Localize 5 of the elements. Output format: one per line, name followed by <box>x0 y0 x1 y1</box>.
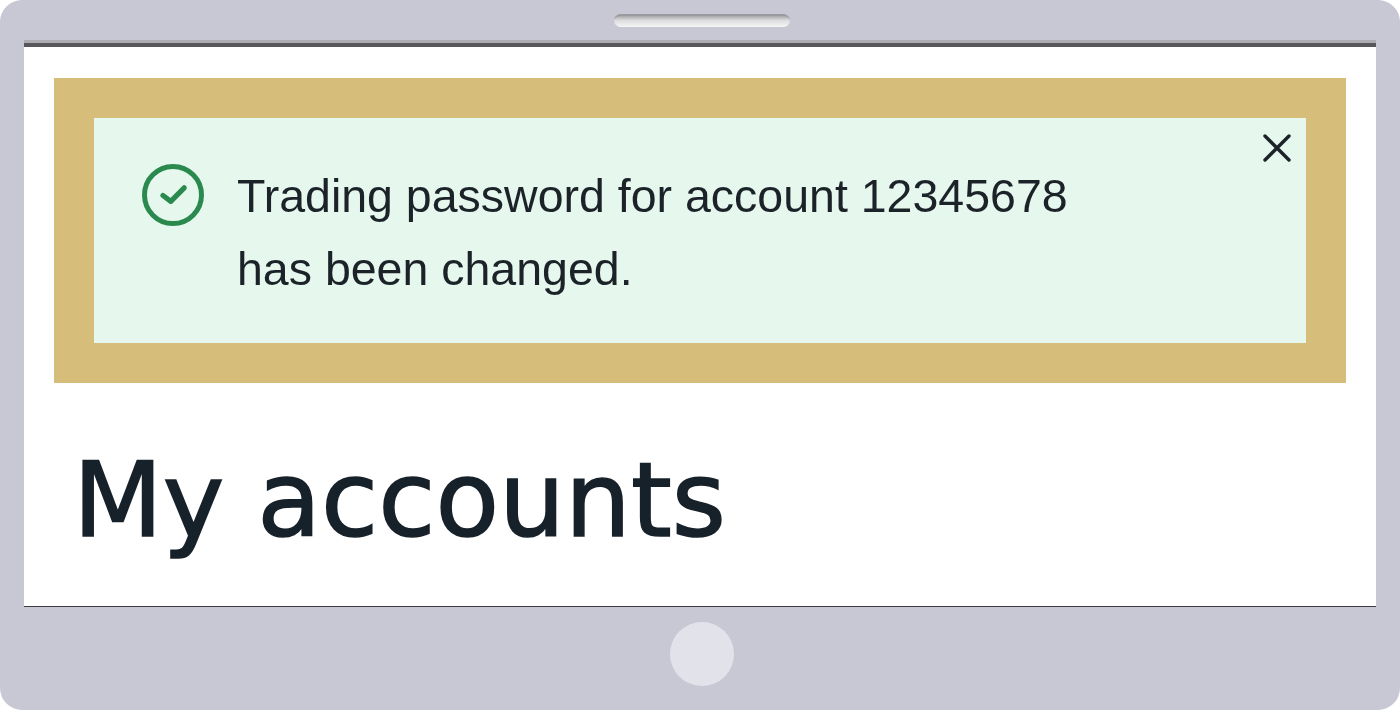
page-title: My accounts <box>73 438 726 563</box>
speaker-slot-icon <box>614 14 790 27</box>
close-icon <box>1263 134 1291 162</box>
check-circle-icon <box>142 164 204 226</box>
alert-message: Trading password for account 12345678 has been changed. <box>237 169 1069 297</box>
